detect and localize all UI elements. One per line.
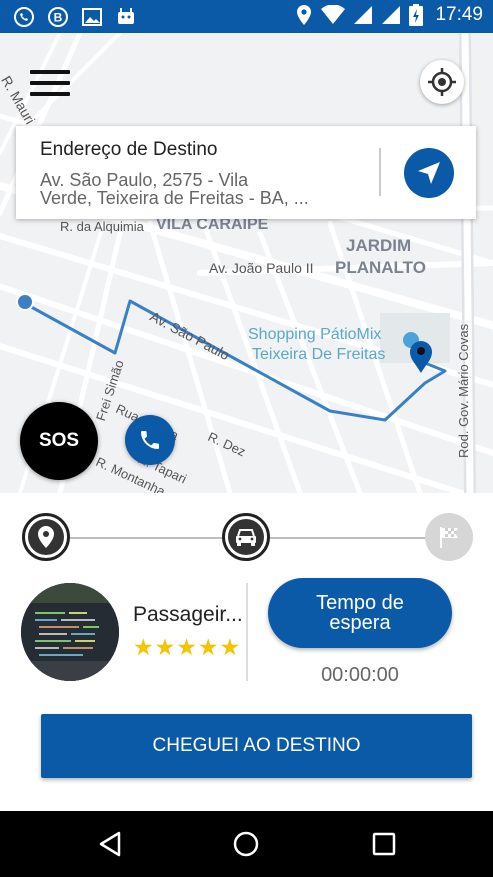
crosshair-icon: [428, 68, 456, 96]
finish-flag-icon: [440, 527, 458, 548]
location-icon: [297, 5, 312, 25]
android-icon: [114, 5, 138, 29]
phone-icon: [141, 431, 159, 449]
address-line-2: Verde, Teixeira de Freitas - BA, ...: [40, 188, 309, 208]
star-icon: ★: [133, 634, 154, 660]
car-icon: [236, 529, 256, 546]
hamburger-menu-icon[interactable]: [30, 70, 70, 98]
step-pickup: [22, 513, 70, 561]
system-nav-bar: [0, 811, 493, 877]
divider: [246, 583, 248, 681]
back-button[interactable]: [95, 829, 125, 859]
destination-card[interactable]: Endereço de Destino Av. São Paulo, 2575 …: [16, 126, 476, 219]
navigation-arrow-icon: [418, 162, 440, 184]
arrived-destination-button[interactable]: CHEGUEI AO DESTINO: [41, 714, 472, 778]
signal-icon: [354, 6, 373, 24]
notification-icons: B: [12, 5, 138, 29]
recents-square-icon: [372, 832, 396, 856]
step-ride: [222, 513, 270, 561]
signal-icon: [382, 6, 401, 24]
avatar-image: [21, 583, 119, 681]
wifi-icon: [321, 5, 346, 24]
call-button[interactable]: [125, 415, 175, 465]
destination-address: Av. São Paulo, 2575 - Vila Verde, Teixei…: [40, 171, 340, 207]
my-location-button[interactable]: [420, 60, 464, 104]
wait-time-button[interactable]: Tempo de espera: [268, 578, 452, 648]
step-destination: [425, 513, 473, 561]
map-view[interactable]: R. Mauri R. da Alquimia VILA CARAIPE JAR…: [0, 33, 493, 493]
image-icon: [80, 5, 104, 29]
passenger-avatar: [21, 583, 119, 681]
address-line-1: Av. São Paulo, 2575 - Vila: [40, 170, 249, 190]
svg-text:B: B: [54, 11, 63, 25]
back-triangle-icon: [99, 831, 121, 857]
progress-line: [70, 537, 225, 539]
recents-button[interactable]: [369, 829, 399, 859]
star-icon: ★: [176, 634, 197, 660]
clock: 17:49: [435, 4, 483, 25]
star-icon: ★: [219, 634, 241, 660]
whatsapp-icon: [12, 5, 36, 29]
status-bar: B 17:49: [0, 0, 493, 33]
sos-button[interactable]: SOS: [20, 402, 98, 480]
b-icon: B: [46, 5, 70, 29]
wait-timer: 00:00:00: [321, 664, 399, 686]
destination-title: Endereço de Destino: [40, 139, 218, 160]
passenger-name: Passageir...: [133, 603, 243, 626]
trip-progress: [0, 493, 493, 583]
home-circle-icon: [233, 831, 259, 857]
pickup-pin-icon: [38, 526, 54, 548]
star-icon: ★: [197, 634, 219, 660]
system-icons: 17:49: [295, 4, 483, 26]
progress-line: [270, 537, 425, 539]
navigate-button[interactable]: [404, 148, 454, 198]
battery-charging-icon: [409, 4, 424, 26]
passenger-rating: ★ ★ ★ ★ ★: [133, 636, 240, 659]
home-button[interactable]: [231, 829, 261, 859]
divider: [379, 148, 381, 196]
star-icon: ★: [154, 634, 176, 660]
